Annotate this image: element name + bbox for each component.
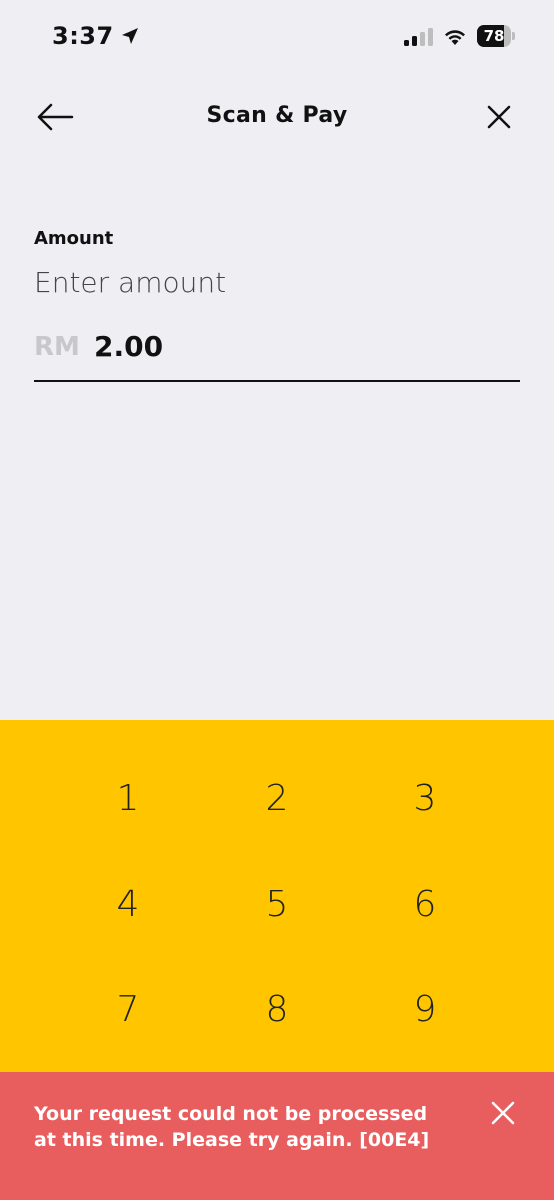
status-time-text: 3:37 xyxy=(52,22,114,50)
cellular-signal-icon xyxy=(404,28,433,46)
amount-value: 2.00 xyxy=(94,330,164,363)
key-5[interactable]: 5 xyxy=(203,859,351,949)
key-8[interactable]: 8 xyxy=(203,964,351,1054)
battery-percent: 78 xyxy=(483,27,505,45)
close-icon[interactable] xyxy=(484,102,514,132)
status-bar: 3:37 78 xyxy=(0,0,554,72)
error-message: Your request could not be processed at t… xyxy=(34,1103,430,1151)
amount-input[interactable] xyxy=(34,262,520,302)
location-arrow-icon xyxy=(121,28,138,44)
battery-indicator: 78 xyxy=(477,25,515,47)
error-toast: Your request could not be processed at t… xyxy=(0,1072,554,1200)
status-time: 3:37 xyxy=(52,22,140,50)
key-9[interactable]: 9 xyxy=(351,964,499,1054)
header: Scan & Pay xyxy=(0,86,554,148)
key-3[interactable]: 3 xyxy=(351,753,499,843)
page-title: Scan & Pay xyxy=(206,103,348,128)
key-2[interactable]: 2 xyxy=(203,753,351,843)
key-7[interactable]: 7 xyxy=(54,964,202,1054)
toast-close-icon[interactable] xyxy=(490,1100,516,1126)
key-1[interactable]: 1 xyxy=(54,753,202,843)
wifi-icon xyxy=(445,30,465,45)
currency-label: RM xyxy=(34,332,80,362)
amount-display[interactable]: RM 2.00 xyxy=(34,330,520,382)
key-6[interactable]: 6 xyxy=(351,859,499,949)
key-4[interactable]: 4 xyxy=(54,859,202,949)
amount-label: Amount xyxy=(34,228,114,249)
